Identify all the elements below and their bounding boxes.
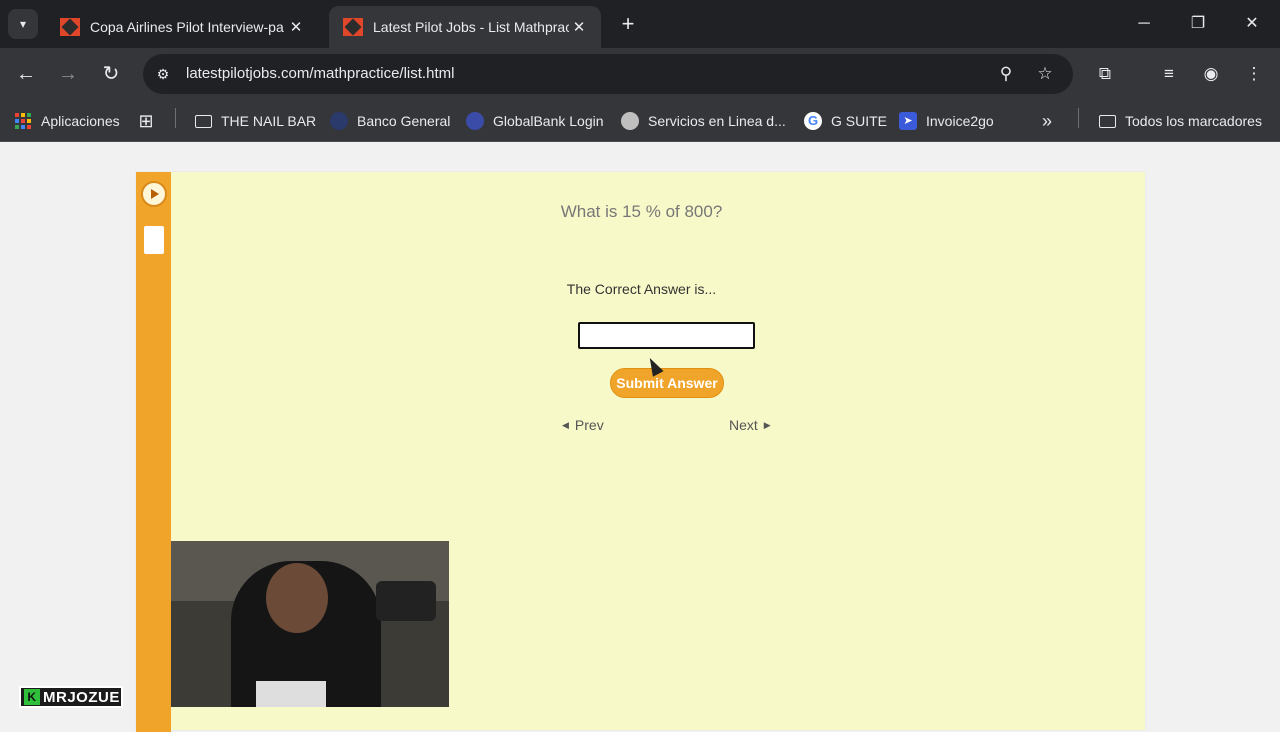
prev-label: Prev <box>574 417 604 433</box>
tab-math-practice[interactable]: Latest Pilot Jobs - List Mathprac ✕ <box>329 6 601 48</box>
tab-search-button[interactable]: ▾ <box>8 9 38 39</box>
more-bookmarks-button[interactable]: » <box>1042 108 1052 134</box>
bookmark-label: Aplicaciones <box>41 113 120 129</box>
question-text: What is 15 % of 800? <box>560 202 723 221</box>
bookmark-label: Invoice2go <box>926 113 994 129</box>
bookmark-the-nail-bar[interactable]: THE NAIL BAR <box>194 108 316 134</box>
invoice2go-favicon: ➤ <box>899 112 917 130</box>
chevron-double-right-icon: » <box>1042 110 1053 131</box>
tab-copa-airlines[interactable]: Copa Airlines Pilot Interview-pa ✕ <box>46 6 318 48</box>
watermark-text: MRJOZUE <box>43 688 120 706</box>
minimize-button[interactable]: ─ <box>1129 10 1159 38</box>
bookmark-apps[interactable]: Aplicaciones <box>14 108 120 134</box>
bookmark-all-bookmarks[interactable]: Todos los marcadores <box>1098 108 1262 134</box>
webcam-overlay <box>171 541 449 707</box>
bookmark-invoice2go[interactable]: ➤ Invoice2go <box>899 108 994 134</box>
extensions-icon[interactable]: ⧉ <box>1091 60 1119 88</box>
bookmark-label: THE NAIL BAR <box>221 113 317 129</box>
url-text[interactable]: latestpilotjobs.com/mathpractice/list.ht… <box>186 65 454 82</box>
grid-icon: ⊞ <box>138 110 154 131</box>
bookmark-separator <box>175 108 176 128</box>
next-label: Next <box>729 417 758 433</box>
new-tab-button[interactable]: + <box>616 12 640 36</box>
globe-favicon <box>466 112 484 130</box>
answer-label: The Correct Answer is... <box>566 281 717 297</box>
next-link[interactable]: Next ▶ <box>729 417 777 433</box>
bookmark-separator <box>1078 108 1079 128</box>
watermark-badge: K <box>24 689 40 705</box>
bookmark-banco-general[interactable]: Banco General <box>330 108 450 134</box>
site-favicon <box>60 18 80 36</box>
bookmark-label: G SUITE <box>831 113 888 129</box>
webcam-head <box>266 563 328 633</box>
google-favicon: G <box>804 112 822 130</box>
site-favicon <box>343 18 363 36</box>
profile-avatar[interactable]: ◉ <box>1197 60 1225 88</box>
bookmark-label: Servicios en Linea d... <box>648 113 786 129</box>
tab-groups-button[interactable]: ⊞ <box>137 108 164 134</box>
bookmark-servicios-en-linea[interactable]: Servicios en Linea d... <box>621 108 786 134</box>
window-close-button[interactable]: ✕ <box>1237 10 1267 38</box>
back-button[interactable]: ← <box>12 60 40 88</box>
close-icon[interactable]: ✕ <box>569 18 589 36</box>
tab-title: Latest Pilot Jobs - List Mathprac <box>373 19 569 35</box>
webcam-paper <box>256 681 326 707</box>
reload-button[interactable]: ↻ <box>97 60 125 88</box>
globe-favicon <box>621 112 639 130</box>
menu-icon[interactable]: ⋮ <box>1240 60 1268 88</box>
browser-toolbar: ← → ↻ ⚙ latestpilotjobs.com/mathpractice… <box>0 48 1280 100</box>
channel-watermark: K MRJOZUE <box>19 686 123 708</box>
page-icon[interactable] <box>144 226 164 254</box>
prev-link[interactable]: ◀ Prev <box>556 417 604 433</box>
bookmarks-bar: Aplicaciones ⊞ THE NAIL BAR Banco Genera… <box>0 100 1280 142</box>
bookmark-g-suite[interactable]: G G SUITE <box>804 108 887 134</box>
bookmark-globalbank-login[interactable]: GlobalBank Login <box>466 108 604 134</box>
bookmark-label: Todos los marcadores <box>1125 113 1262 129</box>
bank-favicon <box>330 112 348 130</box>
close-icon[interactable]: ✕ <box>286 18 306 36</box>
apps-grid-icon <box>14 112 32 130</box>
bookmark-label: GlobalBank Login <box>493 113 604 129</box>
restore-button[interactable]: ❐ <box>1183 10 1213 38</box>
answer-input[interactable] <box>578 322 755 349</box>
media-control-icon[interactable]: ≡ <box>1155 60 1183 88</box>
folder-icon <box>1098 112 1116 130</box>
caret-right-icon: ▶ <box>763 419 771 430</box>
address-bar[interactable]: ⚙ latestpilotjobs.com/mathpractice/list.… <box>143 54 1073 94</box>
bookmark-label: Banco General <box>357 113 451 129</box>
zoom-icon[interactable]: ⚲ <box>994 62 1018 86</box>
tab-bar: ▾ Copa Airlines Pilot Interview-pa ✕ Lat… <box>0 0 1280 48</box>
site-info-icon[interactable]: ⚙ <box>151 62 175 86</box>
forward-button[interactable]: → <box>54 60 82 88</box>
chevron-down-icon: ▾ <box>19 17 27 31</box>
bookmark-star-icon[interactable]: ☆ <box>1033 62 1057 86</box>
caret-left-icon: ◀ <box>562 419 569 430</box>
side-toolbar <box>136 172 171 732</box>
webcam-microphone <box>376 581 436 621</box>
submit-answer-button[interactable]: Submit Answer <box>610 368 724 398</box>
folder-icon <box>194 112 212 130</box>
tab-title: Copa Airlines Pilot Interview-pa <box>90 19 284 35</box>
